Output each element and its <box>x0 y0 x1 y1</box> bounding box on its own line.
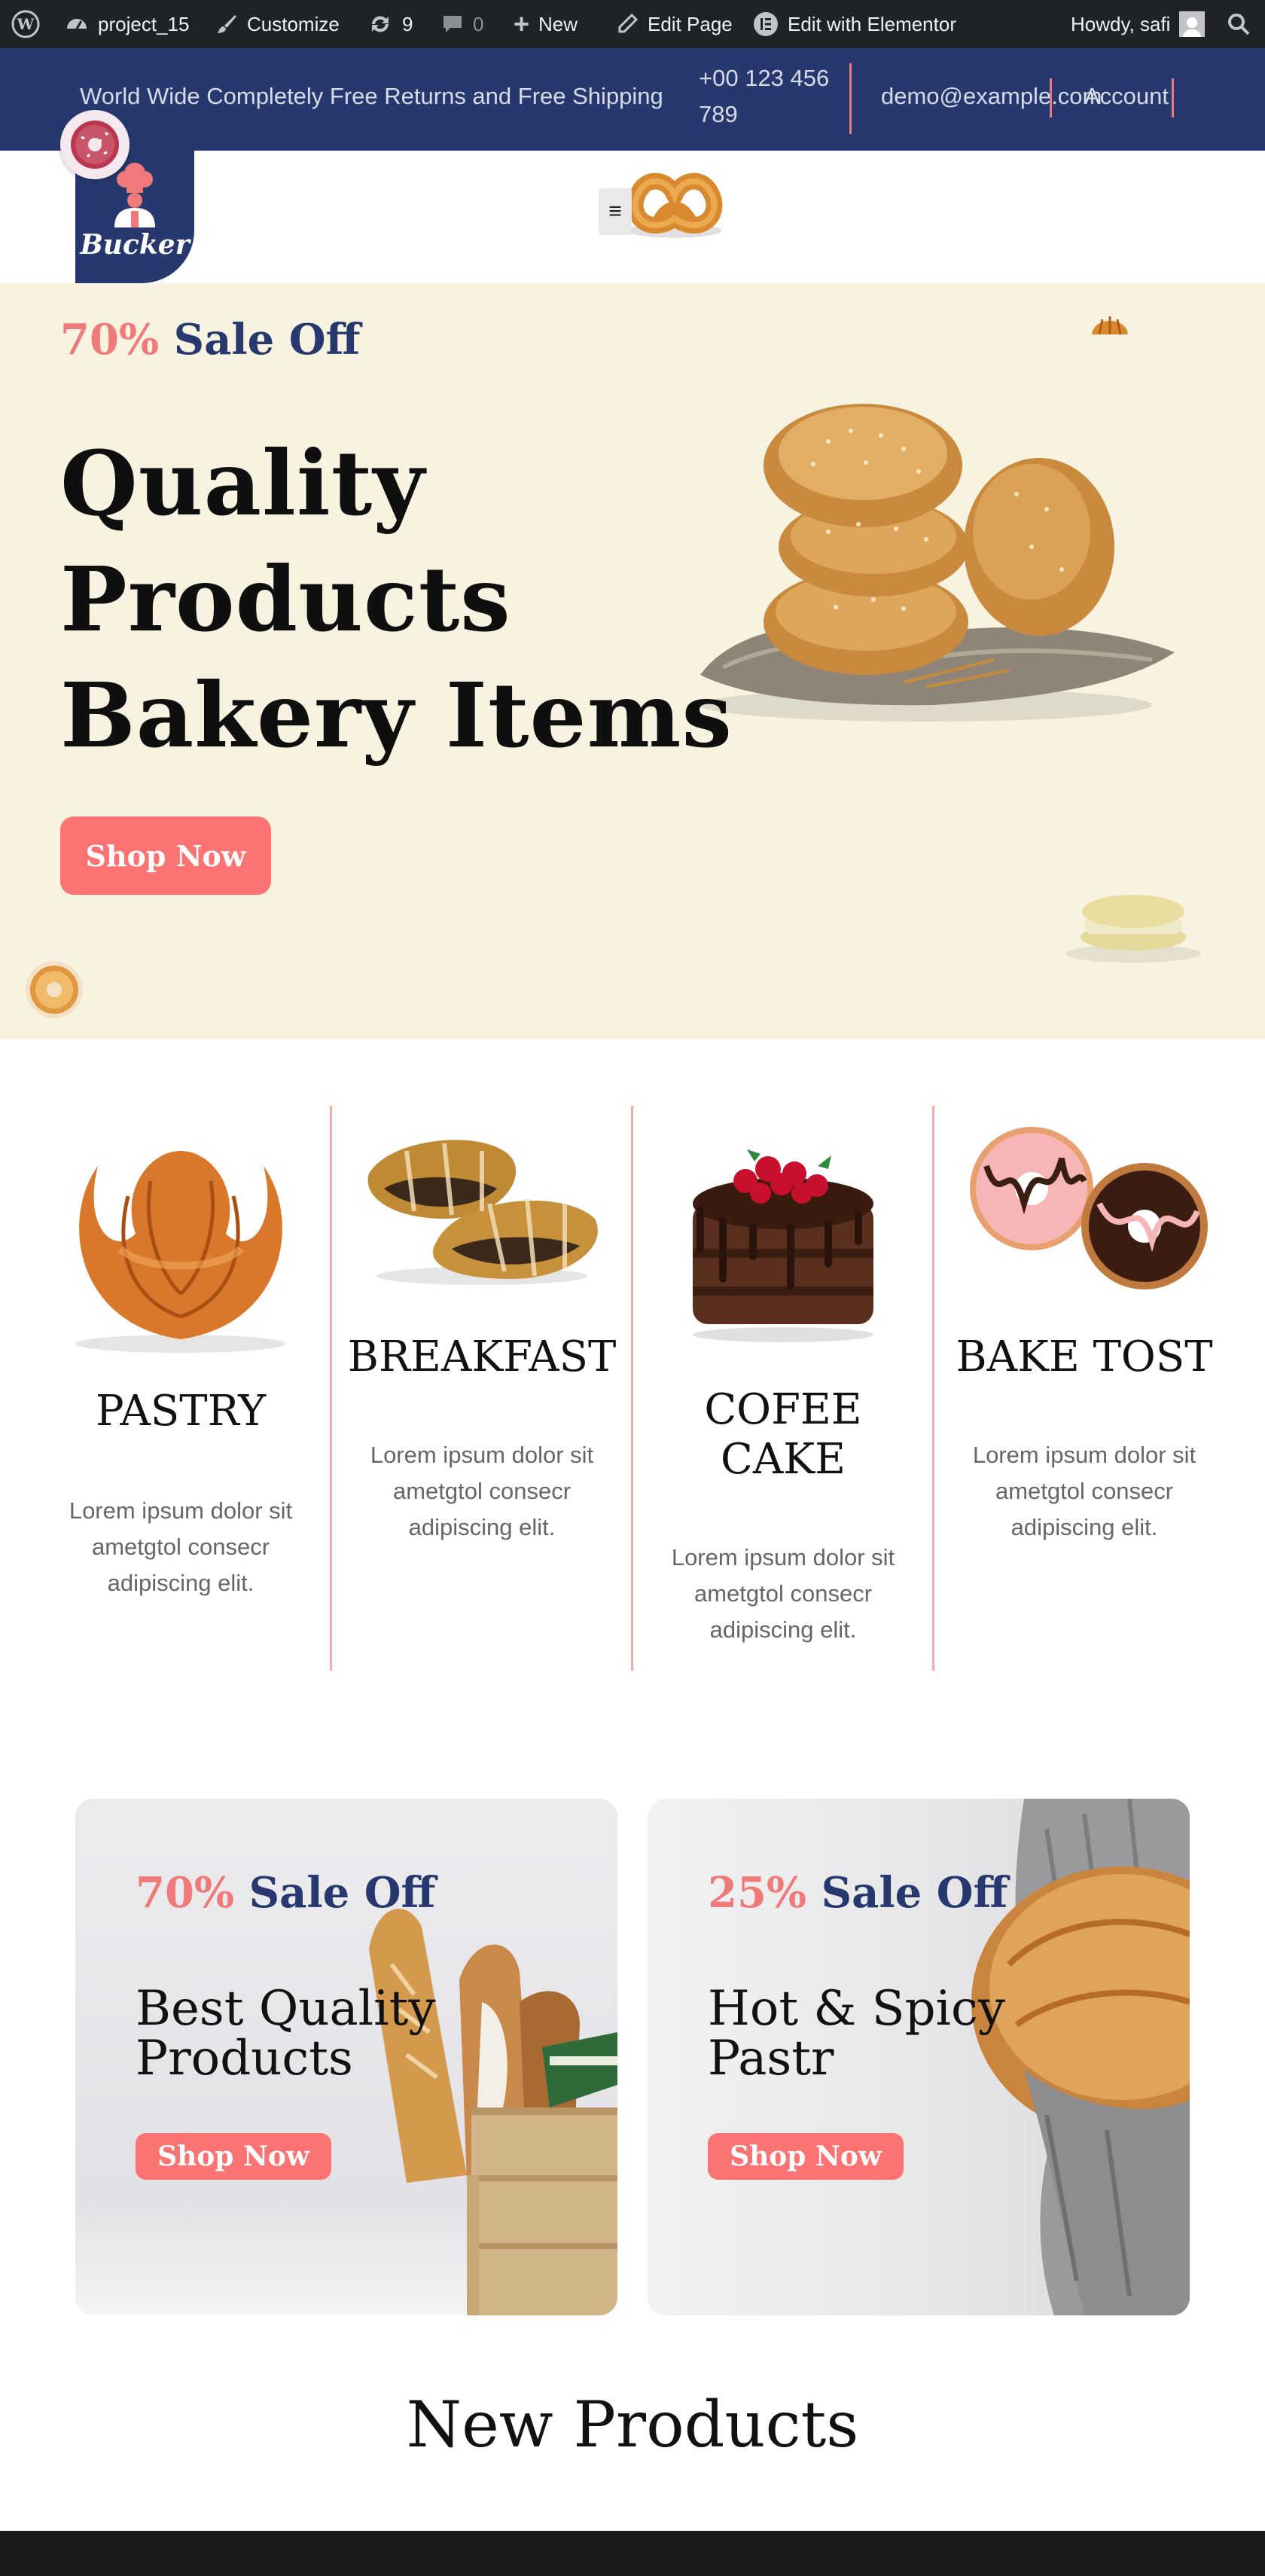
promo-sale-tag: 25% Sale Off <box>708 1868 1008 1918</box>
breakfast-pastry-image <box>367 1140 598 1285</box>
category-description: Lorem ipsum dolor sit ametgtol consecr a… <box>671 1544 895 1643</box>
donut-icon <box>60 110 130 179</box>
donuts-image <box>970 1127 1208 1290</box>
edit-with-elementor-link[interactable]: Edit with Elementor <box>753 0 956 48</box>
promo-sale-label: Sale Off <box>248 1868 436 1918</box>
edit-page-label: Edit Page <box>648 12 733 35</box>
account-link[interactable]: Account <box>1084 83 1169 110</box>
category-coffee-cake[interactable]: COFEE CAKE Lorem ipsum dolor sit ametgto… <box>632 1106 934 1671</box>
promo-sale-percent: 25% <box>708 1868 807 1918</box>
donut-icon <box>26 961 83 1018</box>
category-title-line2[interactable]: CAKE <box>632 1434 934 1485</box>
phone-number-line2[interactable]: 789 <box>699 101 738 128</box>
promo-title: Hot & Spicy Pastr <box>708 1984 1024 2083</box>
hero-sale-tag: 70% Sale Off <box>60 315 361 365</box>
category-pastry[interactable]: PASTRY Lorem ipsum dolor sit ametgtol co… <box>30 1106 331 1671</box>
promo-title-line1: Hot & Spicy <box>708 1981 1005 2037</box>
pencil-icon <box>618 13 639 33</box>
category-title-line1[interactable]: COFEE <box>632 1384 934 1436</box>
pretzel-icon <box>626 172 723 238</box>
promo-sale-tag: 70% Sale Off <box>136 1868 436 1918</box>
dashboard-gauge-icon <box>67 19 87 29</box>
category-title[interactable]: PASTRY <box>30 1386 331 1437</box>
baguette-basket-image <box>369 1909 617 2315</box>
updates-link[interactable]: 9 <box>367 0 413 48</box>
my-account-link[interactable]: Howdy, safi <box>1071 0 1206 48</box>
promo-title-line2: Pastr <box>708 2031 834 2086</box>
promo-card-hot-spicy[interactable]: 25% Sale Off Hot & Spicy Pastr Shop Now <box>648 1799 1190 2315</box>
promo-sale-percent: 70% <box>136 1868 235 1918</box>
logo-text: Bucker <box>80 229 190 261</box>
wordpress-logo-icon[interactable]: W <box>11 0 41 48</box>
hero-sale-percent: 70% <box>60 315 160 365</box>
edit-page-link[interactable]: Edit Page <box>616 0 733 48</box>
promo-sale-label: Sale Off <box>821 1868 1008 1918</box>
plus-icon: + <box>514 8 530 39</box>
promo-shop-now-button[interactable]: Shop Now <box>136 2133 331 2180</box>
site-header: Bucker 1 <box>0 151 1265 401</box>
promo-title-line1: Best Quality <box>136 1981 436 2037</box>
updates-count: 9 <box>402 12 413 35</box>
promo-card-best-quality[interactable]: 70% Sale Off Best Quality Products Shop … <box>75 1799 617 2315</box>
site-name-link[interactable]: project_15 <box>65 0 189 48</box>
comments-count: 0 <box>473 12 484 35</box>
divider <box>849 63 852 134</box>
menu-toggle-icon[interactable]: ≡ <box>599 188 632 235</box>
customize-label: Customize <box>247 12 340 35</box>
croissant-icon <box>1092 316 1128 335</box>
category-title[interactable]: BREAKFAST <box>331 1332 632 1383</box>
divider <box>1050 78 1052 118</box>
updates-icon <box>372 16 389 32</box>
hero-shop-now-button[interactable]: Shop Now <box>60 816 271 895</box>
elementor-icon <box>754 12 778 36</box>
paintbrush-icon <box>218 15 236 33</box>
hero-sale-label: Sale Off <box>173 315 361 365</box>
category-breakfast[interactable]: BREAKFAST Lorem ipsum dolor sit ametgtol… <box>331 1106 632 1671</box>
new-label: New <box>538 12 578 35</box>
promo-shop-now-button[interactable]: Shop Now <box>708 2133 904 2180</box>
divider <box>1172 78 1174 118</box>
category-bake-tost[interactable]: BAKE TOST Lorem ipsum dolor sit ametgtol… <box>934 1106 1235 1671</box>
croissant-image <box>75 1151 286 1353</box>
site-name-label: project_15 <box>98 12 190 35</box>
category-title[interactable]: BAKE TOST <box>934 1332 1235 1383</box>
new-products-heading: New Products <box>406 2388 859 2462</box>
category-description: Lorem ipsum dolor sit ametgtol consecr a… <box>69 1497 293 1596</box>
email-link[interactable]: demo@example.com <box>881 83 1102 110</box>
hero-title-line3: Bakery Items <box>60 663 733 768</box>
comment-bubble-icon <box>444 16 462 32</box>
macaron-icon <box>1065 895 1201 963</box>
bread-buns-image <box>700 404 1175 722</box>
howdy-label: Howdy, safi <box>1071 12 1171 35</box>
elementor-label: Edit with Elementor <box>788 12 956 35</box>
svg-text:W: W <box>17 15 35 33</box>
customize-link[interactable]: Customize <box>215 0 340 48</box>
hero-section: 70% Sale Off Quality Products Bakery Ite… <box>0 283 1265 1039</box>
dark-section-strip <box>0 2531 1265 2576</box>
top-info-bar: World Wide Completely Free Returns and F… <box>0 48 1265 151</box>
category-description: Lorem ipsum dolor sit ametgtol consecr a… <box>370 1442 594 1540</box>
admin-bar: W project_15 Customize 9 0 + New Edit Pa… <box>0 0 1265 48</box>
promo-title-line2: Products <box>136 2031 353 2086</box>
chocolate-cake-image <box>693 1149 873 1342</box>
new-content-link[interactable]: + New <box>514 0 578 48</box>
admin-search-icon[interactable] <box>1226 0 1251 48</box>
hero-title-line2: Products <box>60 547 511 652</box>
category-description: Lorem ipsum dolor sit ametgtol consecr a… <box>972 1442 1196 1540</box>
phone-number-line1[interactable]: +00 123 456 <box>699 65 829 92</box>
hero-title-line1: Quality <box>60 431 425 536</box>
promo-title: Best Quality Products <box>136 1984 452 2083</box>
user-avatar <box>1179 11 1206 37</box>
comments-link[interactable]: 0 <box>441 0 483 48</box>
shipping-notice: World Wide Completely Free Returns and F… <box>80 83 663 109</box>
